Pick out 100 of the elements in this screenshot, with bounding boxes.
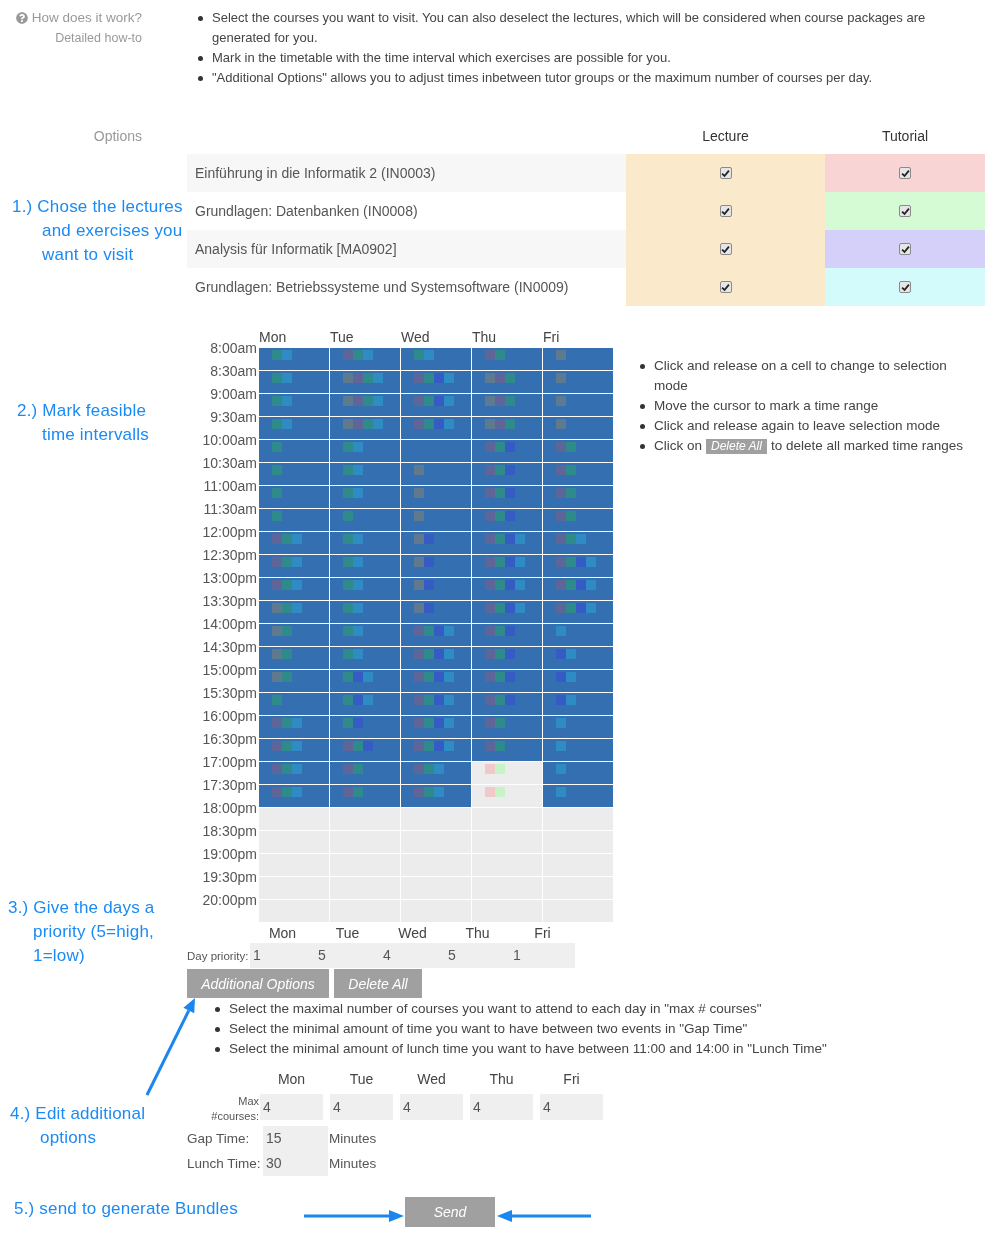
timetable-cell[interactable] xyxy=(472,509,542,531)
checkbox[interactable] xyxy=(719,281,732,293)
priority-field[interactable]: 5 xyxy=(315,943,380,968)
timetable-cell[interactable] xyxy=(330,601,400,623)
timetable-cell[interactable] xyxy=(259,647,329,669)
timetable-cell[interactable] xyxy=(401,647,471,669)
timetable-cell[interactable] xyxy=(330,394,400,416)
checkbox[interactable] xyxy=(719,243,732,255)
timetable-cell[interactable] xyxy=(259,785,329,807)
timetable-cell[interactable] xyxy=(259,532,329,554)
checkbox[interactable] xyxy=(719,205,732,217)
timetable-cell[interactable] xyxy=(543,693,613,715)
timetable-cell[interactable] xyxy=(330,808,400,830)
timetable-cell[interactable] xyxy=(401,371,471,393)
timetable-cell[interactable] xyxy=(330,486,400,508)
timetable-cell[interactable] xyxy=(543,348,613,370)
minutes-field[interactable]: 30 xyxy=(263,1151,328,1176)
timetable-cell[interactable] xyxy=(259,624,329,646)
timetable-cell[interactable] xyxy=(259,693,329,715)
timetable-cell[interactable] xyxy=(472,394,542,416)
timetable-cell[interactable] xyxy=(330,417,400,439)
timetable-cell[interactable] xyxy=(472,647,542,669)
minutes-field[interactable]: 15 xyxy=(263,1126,328,1151)
timetable-cell[interactable] xyxy=(472,739,542,761)
timetable-cell[interactable] xyxy=(259,371,329,393)
timetable-cell[interactable] xyxy=(401,785,471,807)
timetable-cell[interactable] xyxy=(472,716,542,738)
timetable-cell[interactable] xyxy=(330,532,400,554)
timetable-cell[interactable] xyxy=(543,555,613,577)
timetable-cell[interactable] xyxy=(330,785,400,807)
timetable-cell[interactable] xyxy=(472,670,542,692)
timetable-cell[interactable] xyxy=(401,601,471,623)
timetable-cell[interactable] xyxy=(401,555,471,577)
timetable-cell[interactable] xyxy=(259,348,329,370)
timetable-cell[interactable] xyxy=(330,693,400,715)
timetable-cell[interactable] xyxy=(259,670,329,692)
timetable-cell[interactable] xyxy=(472,808,542,830)
timetable-cell[interactable] xyxy=(401,739,471,761)
timetable-cell[interactable] xyxy=(472,440,542,462)
timetable-cell[interactable] xyxy=(330,371,400,393)
timetable-cell[interactable] xyxy=(401,532,471,554)
timetable-cell[interactable] xyxy=(401,693,471,715)
timetable-cell[interactable] xyxy=(543,716,613,738)
timetable-cell[interactable] xyxy=(330,440,400,462)
timetable-cell[interactable] xyxy=(401,440,471,462)
timetable-cell[interactable] xyxy=(259,578,329,600)
max-courses-field[interactable]: 4 xyxy=(470,1094,533,1120)
priority-field[interactable]: 5 xyxy=(445,943,510,968)
timetable-cell[interactable] xyxy=(401,578,471,600)
timetable-cell[interactable] xyxy=(259,739,329,761)
timetable-cell[interactable] xyxy=(330,555,400,577)
timetable-cell[interactable] xyxy=(472,348,542,370)
timetable-cell[interactable] xyxy=(543,486,613,508)
checkbox[interactable] xyxy=(899,205,911,217)
timetable-cell[interactable] xyxy=(330,670,400,692)
timetable-cell[interactable] xyxy=(259,808,329,830)
timetable-cell[interactable] xyxy=(330,647,400,669)
timetable-cell[interactable] xyxy=(401,670,471,692)
timetable-cell[interactable] xyxy=(543,371,613,393)
timetable-cell[interactable] xyxy=(543,670,613,692)
max-courses-field[interactable]: 4 xyxy=(260,1094,323,1120)
timetable-cell[interactable] xyxy=(543,394,613,416)
timetable-cell[interactable] xyxy=(259,716,329,738)
timetable-cell[interactable] xyxy=(543,647,613,669)
priority-field[interactable]: 4 xyxy=(380,943,445,968)
timetable-cell[interactable] xyxy=(472,371,542,393)
timetable-cell[interactable] xyxy=(472,693,542,715)
timetable-cell[interactable] xyxy=(330,463,400,485)
timetable-cell[interactable] xyxy=(330,624,400,646)
timetable-cell[interactable] xyxy=(259,509,329,531)
timetable-cell[interactable] xyxy=(472,417,542,439)
timetable-cell[interactable] xyxy=(472,486,542,508)
timetable-cell[interactable] xyxy=(259,417,329,439)
timetable-cell[interactable] xyxy=(259,601,329,623)
timetable-cell[interactable] xyxy=(543,808,613,830)
timetable-cell[interactable] xyxy=(543,417,613,439)
priority-field[interactable]: 1 xyxy=(510,943,575,968)
timetable-cell[interactable] xyxy=(401,624,471,646)
timetable-cell[interactable] xyxy=(259,486,329,508)
timetable-cell[interactable] xyxy=(401,394,471,416)
timetable-cell[interactable] xyxy=(472,624,542,646)
timetable-cell[interactable] xyxy=(401,716,471,738)
checkbox[interactable] xyxy=(899,243,911,255)
checkbox[interactable] xyxy=(899,167,911,179)
timetable-cell[interactable] xyxy=(543,440,613,462)
timetable-cell[interactable] xyxy=(543,624,613,646)
timetable-cell[interactable] xyxy=(543,739,613,761)
checkbox[interactable] xyxy=(719,167,732,179)
timetable-cell[interactable] xyxy=(543,463,613,485)
max-courses-field[interactable]: 4 xyxy=(400,1094,463,1120)
priority-field[interactable]: 1 xyxy=(250,943,315,968)
timetable-cell[interactable] xyxy=(472,785,542,807)
timetable-cell[interactable] xyxy=(259,762,329,784)
checkbox[interactable] xyxy=(899,281,911,293)
timetable-cell[interactable] xyxy=(472,578,542,600)
timetable-cell[interactable] xyxy=(401,762,471,784)
timetable-cell[interactable] xyxy=(401,808,471,830)
timetable-cell[interactable] xyxy=(259,394,329,416)
timetable-cell[interactable] xyxy=(401,417,471,439)
timetable-cell[interactable] xyxy=(330,348,400,370)
